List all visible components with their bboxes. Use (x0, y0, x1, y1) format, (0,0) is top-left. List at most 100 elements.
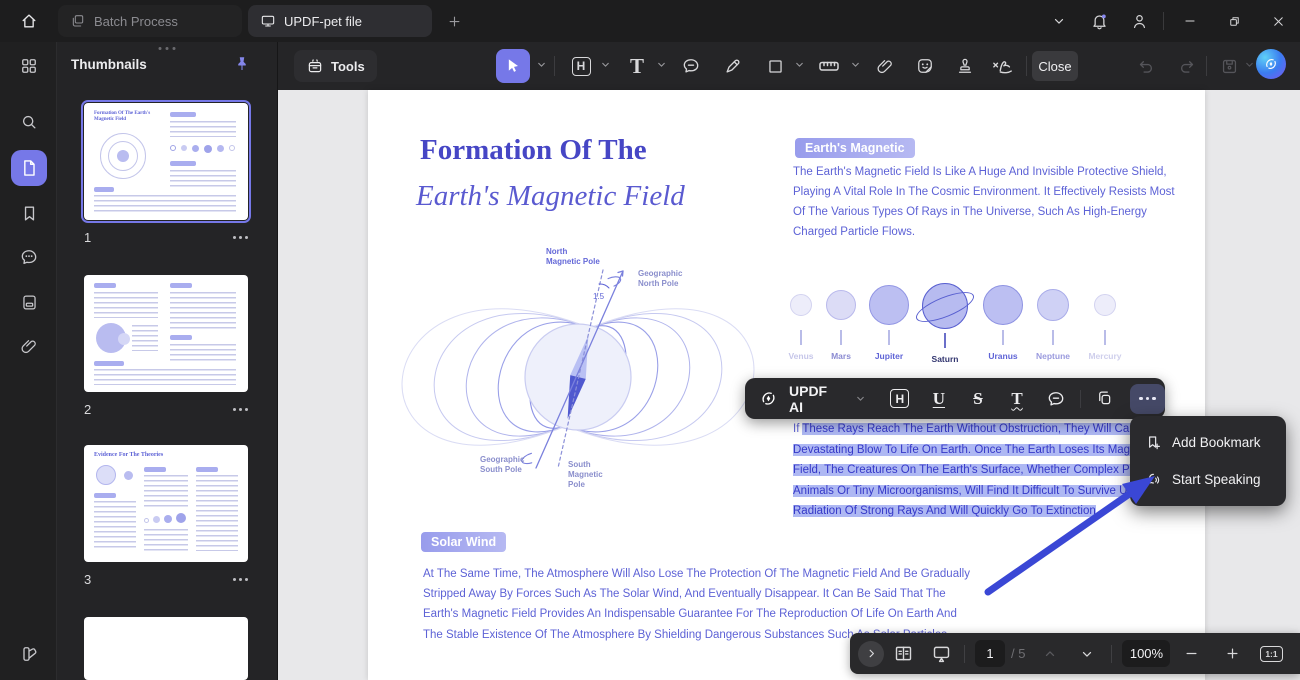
thumbnails-panel-button[interactable] (11, 150, 47, 186)
save-chevron-icon[interactable] (1244, 59, 1255, 70)
doc-title-line-1: Formation Of The (420, 134, 647, 167)
next-page-button[interactable] (1067, 633, 1107, 674)
attachments-panel-button[interactable] (11, 328, 47, 364)
close-label: Close (1038, 59, 1071, 74)
more-options-button[interactable] (1130, 384, 1165, 414)
updf-ai-button[interactable]: UPDF AI (789, 383, 843, 415)
doc-title-line-2: Earth's Magnetic Field (416, 180, 685, 213)
bookmarks-panel-button[interactable] (11, 195, 47, 231)
label-geo-north-1: Geographic (638, 269, 683, 278)
copy-button[interactable] (1085, 378, 1124, 419)
undo-button[interactable] (1129, 49, 1163, 83)
save-button[interactable] (1212, 49, 1246, 83)
stamp-icon (955, 56, 975, 76)
thumbnail-page-4[interactable] (84, 617, 248, 680)
minimize-button[interactable] (1168, 0, 1212, 42)
close-annotate-button[interactable]: Close (1032, 51, 1078, 81)
comments-panel-button[interactable] (11, 239, 47, 275)
toolbox-icon (306, 57, 324, 75)
start-speaking-menu-item[interactable]: Start Speaking (1130, 461, 1286, 498)
collapse-bar-button[interactable] (858, 641, 884, 667)
measure-tool-chevron-icon[interactable] (850, 59, 861, 70)
planet-saturn: Saturn (912, 283, 978, 364)
titlebar-right-cluster (1039, 0, 1300, 42)
zoom-level-input[interactable]: 100% (1122, 640, 1170, 667)
page-slot-icon (20, 293, 39, 312)
panel-drag-handle[interactable] (159, 47, 176, 50)
restore-button[interactable] (1212, 0, 1256, 42)
add-bookmark-menu-item[interactable]: Add Bookmark (1130, 424, 1286, 461)
pin-icon[interactable] (233, 55, 251, 73)
zoom-in-button[interactable] (1212, 633, 1252, 674)
measure-tool-button[interactable] (812, 49, 846, 83)
squiggly-underline-button[interactable]: T (998, 378, 1037, 419)
shape-tool-chevron-icon[interactable] (794, 59, 805, 70)
pencil-tool-button[interactable] (716, 49, 750, 83)
doc-text-line: Of The Various Types Of Rays in The Univ… (793, 206, 1147, 218)
paperclip-icon (876, 57, 895, 76)
strikethrough-button[interactable]: S (958, 378, 997, 419)
redo-icon (1177, 57, 1196, 76)
tab-batch-process[interactable]: Batch Process (58, 5, 242, 37)
home-button[interactable] (12, 5, 46, 37)
signature-icon (990, 55, 1016, 77)
collapse-toolbar-button[interactable] (1039, 0, 1079, 42)
updf-ai-launcher-button[interactable] (1256, 49, 1286, 79)
apps-grid-button[interactable] (11, 48, 47, 84)
heading-tool-chevron-icon[interactable] (600, 59, 611, 70)
notifications-button[interactable] (1079, 0, 1119, 42)
select-tool-button[interactable] (496, 49, 530, 83)
comment-tool-button[interactable] (674, 49, 708, 83)
doc-text-line: Earth's Magnetic Field Provides An Indis… (423, 608, 957, 620)
shape-tool-button[interactable] (758, 49, 792, 83)
highlight-button[interactable]: H (880, 378, 919, 419)
page-menu-button[interactable] (233, 578, 248, 581)
zoom-out-button[interactable] (1170, 633, 1212, 674)
redo-button[interactable] (1169, 49, 1203, 83)
heading-tool-button[interactable]: H (564, 49, 598, 83)
divider (1206, 56, 1207, 76)
page-number-input[interactable]: 1 (975, 640, 1005, 667)
doc-text-line: Stripped Away By Forces Such As The Sola… (423, 588, 946, 600)
sticker-tool-button[interactable] (908, 49, 942, 83)
select-tool-chevron-icon[interactable] (536, 59, 547, 70)
attach-tool-button[interactable] (868, 49, 902, 83)
page-total-label: / 5 (1011, 646, 1025, 661)
label-geo-north-2: North Pole (638, 279, 679, 288)
signature-tool-button[interactable] (986, 49, 1020, 83)
page-layout-button[interactable] (884, 633, 922, 674)
thumbnail-page-3[interactable]: Evidence For The Theories (84, 445, 248, 562)
account-button[interactable] (1119, 0, 1159, 42)
thumbnail-page-1[interactable]: Formation Of The Earth's Magnetic Field (84, 103, 248, 220)
page-number: 2 (84, 402, 91, 417)
monitor-icon (260, 13, 276, 29)
stamp-tool-button[interactable] (948, 49, 982, 83)
search-icon (19, 112, 39, 132)
comment-note-icon (681, 56, 701, 76)
page-menu-button[interactable] (233, 408, 248, 411)
thumbnail-page-2[interactable] (84, 275, 248, 392)
search-button[interactable] (11, 104, 47, 140)
tools-button[interactable]: Tools (294, 50, 377, 82)
theme-swatches-button[interactable] (11, 636, 47, 672)
previous-page-button[interactable] (1033, 633, 1067, 674)
new-tab-button[interactable] (442, 9, 466, 33)
divider (554, 56, 555, 76)
close-window-button[interactable] (1256, 0, 1300, 42)
bottom-navigation-bar: 1 / 5 100% 1:1 (850, 633, 1300, 674)
updf-ai-chevron-icon[interactable] (855, 393, 866, 404)
underline-icon: U (933, 389, 945, 409)
underline-button[interactable]: U (919, 378, 958, 419)
menu-item-label: Start Speaking (1172, 472, 1261, 487)
comment-button[interactable] (1037, 378, 1076, 419)
page-menu-button[interactable] (233, 236, 248, 239)
presentation-mode-button[interactable] (922, 633, 960, 674)
updf-app-window: Batch Process UPDF-pet file (0, 0, 1300, 680)
page-tools-button[interactable] (11, 284, 47, 320)
text-tool-button[interactable]: T (620, 49, 654, 83)
actual-size-button[interactable]: 1:1 (1252, 633, 1290, 674)
doc-text-line: Playing A Vital Role In The Cosmic Envir… (793, 186, 1175, 198)
tab-updf-pet-file[interactable]: UPDF-pet file (248, 5, 432, 37)
text-tool-chevron-icon[interactable] (656, 59, 667, 70)
planet-label: Mercury (1072, 351, 1138, 361)
